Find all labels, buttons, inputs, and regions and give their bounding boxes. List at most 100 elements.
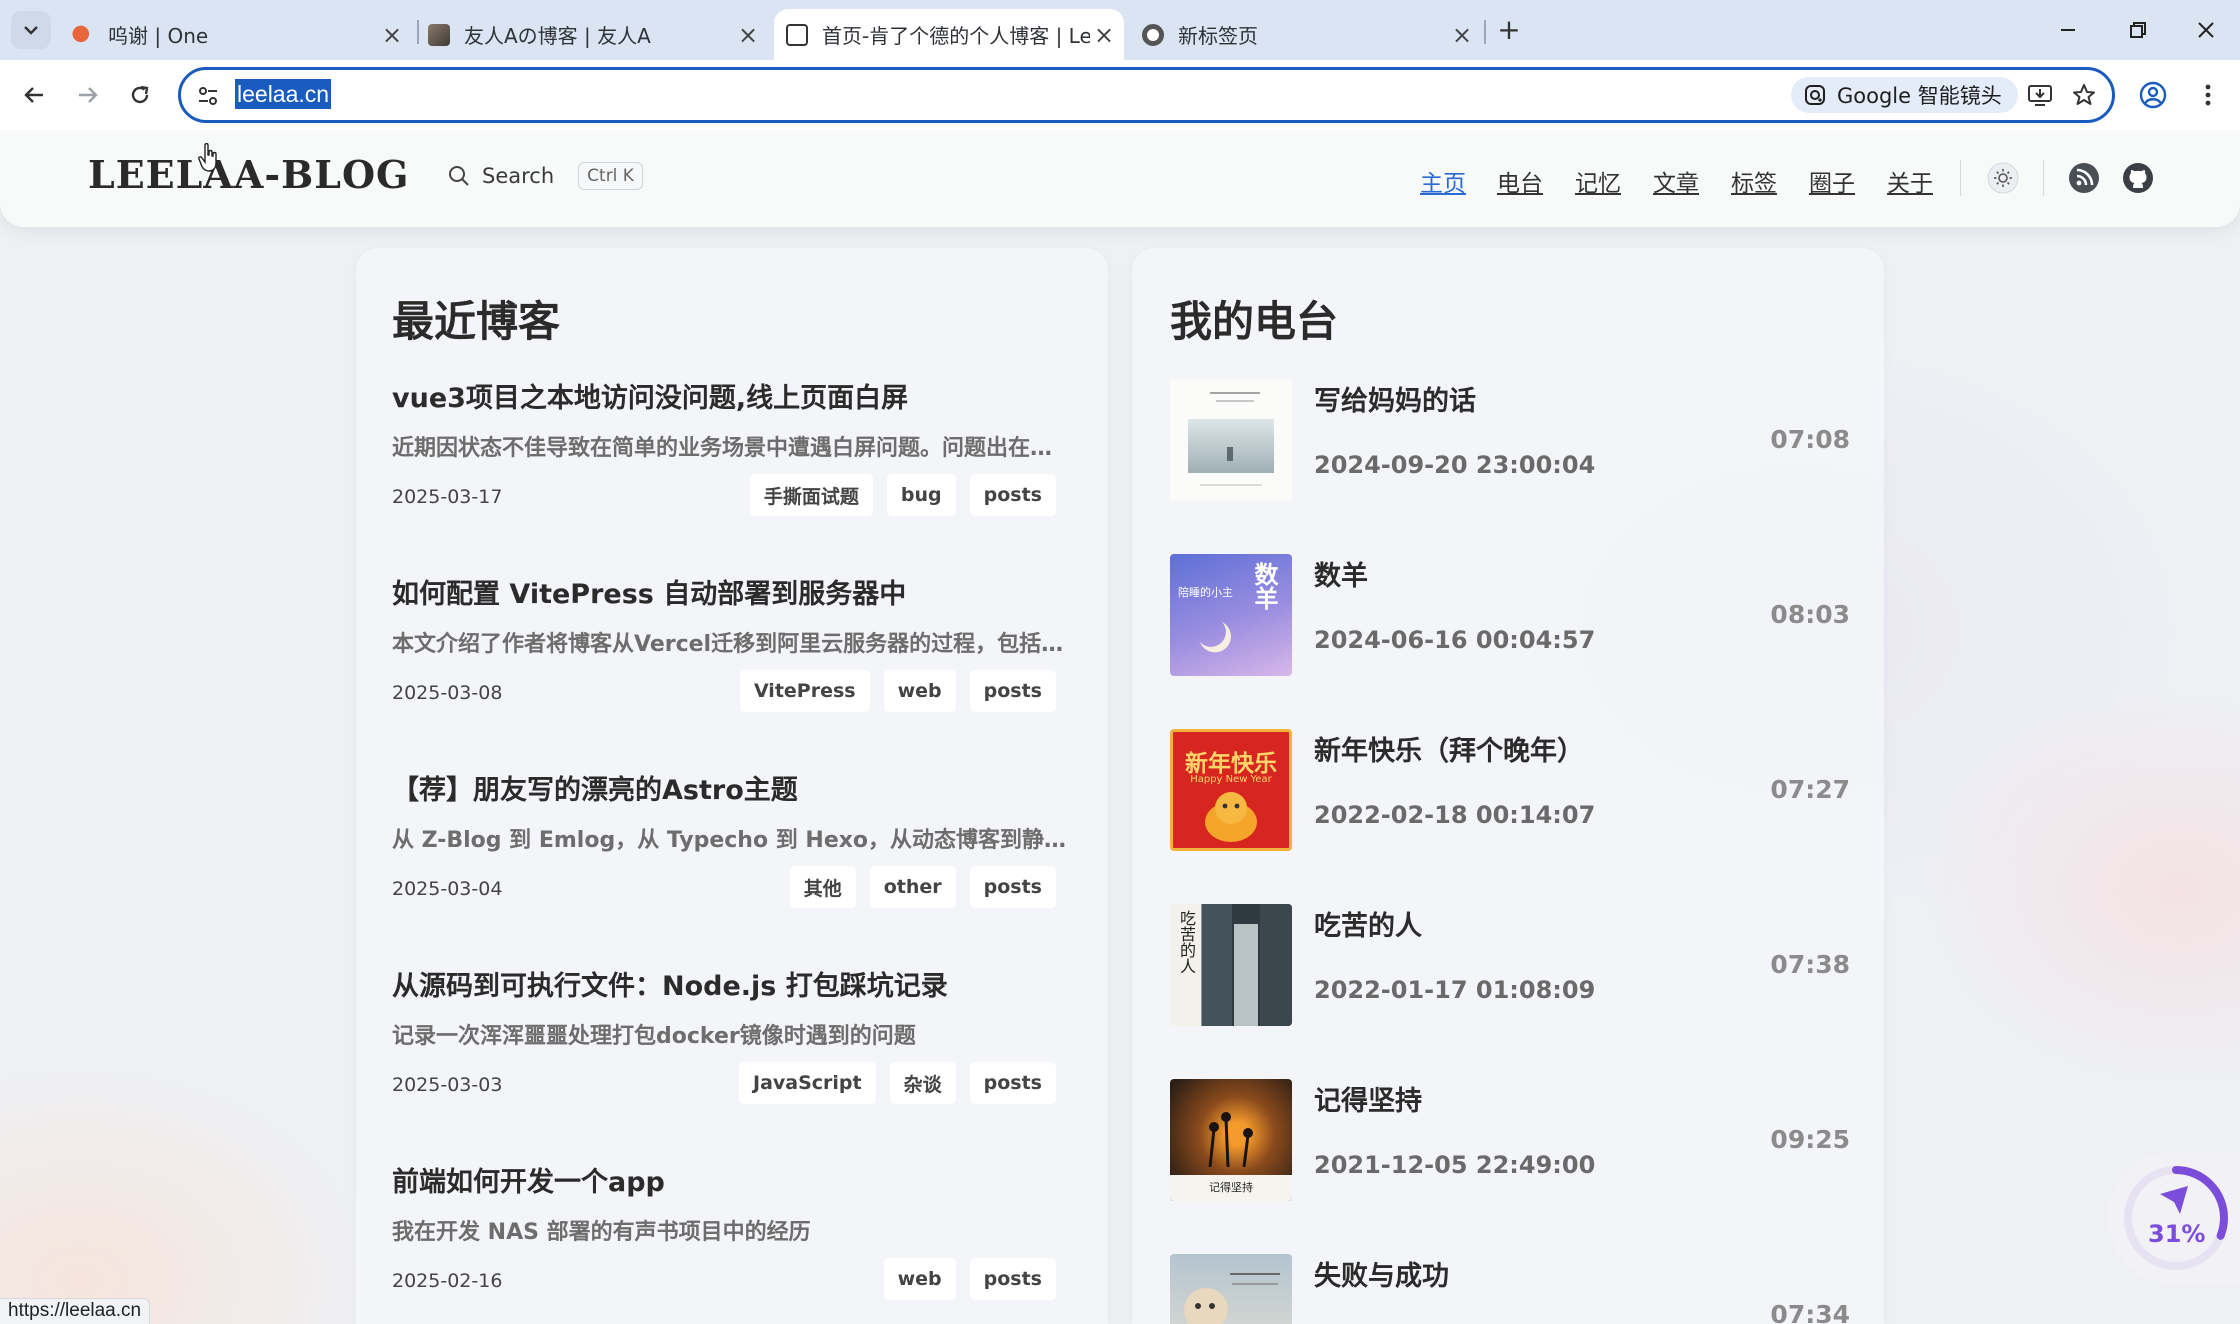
browser-tab-4[interactable]: 新标签页 ×: [1142, 9, 1476, 60]
fox-favicon-icon: [72, 23, 94, 46]
restore-button[interactable]: [2118, 10, 2158, 50]
episode-duration: 07:27: [1770, 775, 1850, 804]
episode-duration: 07:38: [1770, 950, 1850, 979]
tag-chip[interactable]: 杂谈: [889, 1062, 956, 1104]
site-search-button[interactable]: Search Ctrl K: [448, 162, 643, 190]
episode-title[interactable]: 新年快乐（拜个晚年）: [1314, 729, 1584, 768]
episode-cover-image: [1170, 1254, 1292, 1324]
new-tab-button[interactable]: +: [1494, 13, 1524, 46]
recent-blogs-heading: 最近博客: [392, 297, 561, 346]
episode-date: 2024-06-16 00:04:57: [1314, 626, 1596, 654]
tag-chip[interactable]: 手撕面试题: [749, 474, 873, 516]
profile-icon: [2139, 81, 2167, 109]
episode-title[interactable]: 吃苦的人: [1314, 904, 1422, 943]
nav-home[interactable]: 主页: [1420, 164, 1466, 198]
radio-episode[interactable]: 写给妈妈的话 2024-09-20 23:00:04 07:08: [1170, 379, 1850, 501]
site-favicon-icon: [786, 23, 808, 46]
post-title[interactable]: 【荐】朋友写的漂亮的Astro主题: [392, 768, 798, 807]
recent-blogs-card: 最近博客 vue3项目之本地访问没问题,线上页面白屏 近期因状态不佳导致在简单的…: [356, 248, 1108, 1324]
reload-button[interactable]: [122, 77, 158, 113]
close-tab-icon[interactable]: ×: [1090, 21, 1118, 49]
episode-cover-image: 记得坚持: [1170, 1079, 1292, 1201]
site-logo[interactable]: LEELAA-BLOG: [88, 152, 410, 197]
post-tags: VitePress web posts: [739, 670, 1056, 712]
rss-link[interactable]: [2064, 158, 2104, 198]
tag-chip[interactable]: JavaScript: [739, 1062, 876, 1104]
google-lens-button[interactable]: Google 智能镜头: [1791, 77, 2018, 113]
radio-episode[interactable]: 吃苦的人 吃苦的人 2022-01-17 01:08:09 07:38: [1170, 904, 1850, 1026]
tag-chip[interactable]: 其他: [789, 866, 856, 908]
post-tags: 其他 other posts: [789, 866, 1056, 908]
tag-chip[interactable]: bug: [886, 474, 956, 516]
close-tab-icon[interactable]: ×: [734, 21, 762, 49]
radio-episode[interactable]: 记得坚持 记得坚持 2021-12-05 22:49:00 09:25: [1170, 1079, 1850, 1201]
nav-tags[interactable]: 标签: [1731, 164, 1777, 198]
browser-tab-2[interactable]: 友人Aの博客 | 友人A ×: [428, 9, 762, 60]
url-text[interactable]: leelaa.cn: [235, 79, 332, 109]
post-description: 本文介绍了作者将博客从Vercel迁移到阿里云服务器的过程，包括……: [392, 632, 1072, 657]
tab-search-button[interactable]: [11, 11, 51, 49]
nav-radio[interactable]: 电台: [1497, 164, 1543, 198]
tag-chip[interactable]: web: [883, 1258, 956, 1300]
tag-chip[interactable]: posts: [969, 1062, 1056, 1104]
nav-circle[interactable]: 圈子: [1809, 164, 1855, 198]
tag-chip[interactable]: posts: [969, 866, 1056, 908]
bookmark-button[interactable]: [2069, 80, 2099, 110]
episode-title[interactable]: 写给妈妈的话: [1314, 379, 1476, 418]
radio-episode[interactable]: 失败与成功 07:34: [1170, 1254, 1850, 1324]
close-window-button[interactable]: [2186, 10, 2226, 50]
address-bar[interactable]: leelaa.cn Google 智能镜头: [178, 67, 2115, 123]
episode-title[interactable]: 记得坚持: [1314, 1079, 1422, 1118]
tag-chip[interactable]: posts: [969, 1258, 1056, 1300]
moon-art: [1200, 622, 1231, 653]
radio-episode[interactable]: 数羊 陪睡的小主 数羊 2024-06-16 00:04:57 08:03: [1170, 554, 1850, 676]
forward-button[interactable]: [70, 77, 106, 113]
nav-about[interactable]: 关于: [1887, 164, 1933, 198]
close-icon: [2198, 22, 2214, 38]
github-link[interactable]: [2118, 158, 2158, 198]
tag-chip[interactable]: posts: [969, 670, 1056, 712]
tag-chip[interactable]: VitePress: [739, 670, 870, 712]
post-title[interactable]: vue3项目之本地访问没问题,线上页面白屏: [392, 376, 908, 415]
close-tab-icon[interactable]: ×: [378, 21, 406, 49]
profile-button[interactable]: [2135, 77, 2171, 113]
nav-memory[interactable]: 记忆: [1575, 164, 1621, 198]
browser-tab-3-active[interactable]: 首页-肯了个德的个人博客 | Leelaa ×: [774, 9, 1124, 60]
post-title[interactable]: 前端如何开发一个app: [392, 1160, 665, 1199]
my-radio-heading: 我的电台: [1170, 297, 1339, 346]
chrome-favicon-icon: [1142, 23, 1164, 46]
browser-tab-1[interactable]: 呜谢 | One ×: [72, 9, 406, 60]
close-tab-icon[interactable]: ×: [1448, 21, 1476, 49]
tab-separator: [1484, 20, 1486, 44]
theme-toggle-button[interactable]: [1983, 158, 2023, 198]
progress-percent: 31%: [2148, 1220, 2206, 1248]
episode-cover-image: 吃苦的人: [1170, 904, 1292, 1026]
episode-duration: 07:34: [1770, 1300, 1850, 1324]
minimize-button[interactable]: [2048, 10, 2088, 50]
post-date: 2025-03-03: [392, 1074, 503, 1096]
post-title[interactable]: 从源码到可执行文件：Node.js 打包踩坑记录: [392, 964, 948, 1003]
episode-duration: 09:25: [1770, 1125, 1850, 1154]
post-title[interactable]: 如何配置 VitePress 自动部署到服务器中: [392, 572, 906, 611]
post-description: 我在开发 NAS 部署的有声书项目中的经历: [392, 1220, 811, 1245]
post-date: 2025-03-17: [392, 486, 503, 508]
post-tags: web posts: [883, 1258, 1056, 1300]
episode-cover-image: 数羊 陪睡的小主: [1170, 554, 1292, 676]
browser-menu-button[interactable]: [2190, 77, 2226, 113]
reload-icon: [131, 85, 149, 104]
radio-episode[interactable]: 新年快乐 Happy New Year 新年快乐（拜个晚年） 2022-02-1…: [1170, 729, 1850, 851]
post-date: 2025-03-04: [392, 878, 503, 900]
episode-title[interactable]: 数羊: [1314, 554, 1368, 593]
tag-chip[interactable]: web: [883, 670, 956, 712]
reading-progress-widget[interactable]: 31%: [2108, 1152, 2240, 1284]
nav-articles[interactable]: 文章: [1653, 164, 1699, 198]
site-header: LEELAA-BLOG Search Ctrl K 主页 电台 记忆 文章 标签…: [0, 130, 2240, 227]
episode-title[interactable]: 失败与成功: [1314, 1254, 1449, 1293]
tag-chip[interactable]: posts: [969, 474, 1056, 516]
site-settings-icon[interactable]: [195, 83, 221, 109]
tag-chip[interactable]: other: [869, 866, 956, 908]
header-divider: [1960, 160, 1961, 196]
minimize-icon: [2061, 29, 2075, 31]
install-app-button[interactable]: [2025, 80, 2055, 110]
back-button[interactable]: [16, 77, 52, 113]
